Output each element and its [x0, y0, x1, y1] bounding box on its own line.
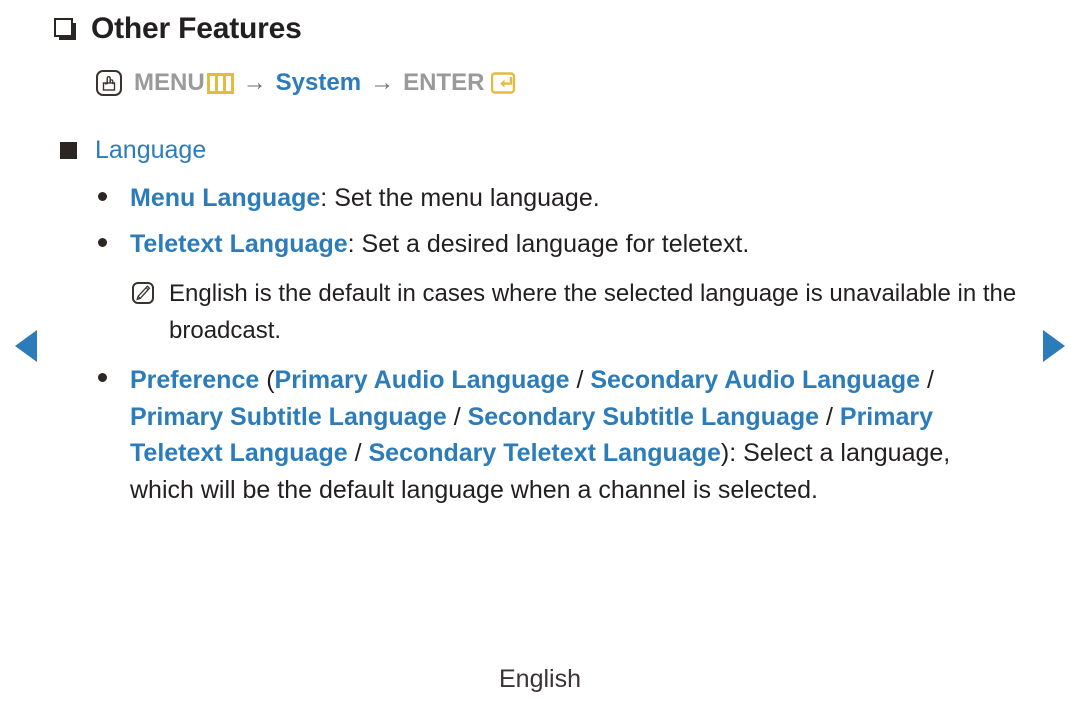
section-header: Language: [60, 138, 206, 163]
list-item-term: Menu Language: [130, 184, 321, 212]
enter-return-icon: [491, 71, 519, 95]
preference-block: Preference (Primary Audio Language / Sec…: [98, 362, 998, 508]
note-text: English is the default in cases where th…: [169, 280, 1017, 345]
list-item-separator: :: [320, 184, 335, 212]
list-item-separator: :: [347, 230, 362, 258]
menu-bars-icon: [206, 72, 234, 94]
list-item-term: Teletext Language: [130, 230, 348, 258]
filled-square-icon: [60, 142, 77, 159]
preference-option-0: Primary Audio Language: [274, 366, 570, 394]
list-item-description: Set a desired language for teletext.: [361, 230, 750, 258]
preference-option-separator: /: [569, 366, 591, 394]
prev-page-arrow[interactable]: [15, 330, 37, 362]
note-block: English is the default in cases where th…: [132, 275, 1027, 349]
preference-term: Preference: [130, 366, 260, 394]
list-item: Menu Language: Set the menu language.: [98, 180, 1028, 216]
note-pencil-icon: [132, 282, 154, 304]
hand-press-button-icon: [96, 70, 122, 96]
preference-close-paren: ): [720, 439, 730, 467]
breadcrumb-step-system[interactable]: System: [276, 71, 361, 95]
preference-option-separator: /: [819, 402, 840, 431]
footer-language-label: English: [499, 665, 581, 693]
list-item-text: Menu Language: Set the menu language.: [130, 180, 600, 216]
section-title: Language: [95, 136, 207, 164]
bullet-dot-icon: [98, 192, 107, 201]
feature-list: Menu Language: Set the menu language. Te…: [98, 180, 1028, 272]
preference-option-2: Primary Subtitle Language: [130, 402, 447, 431]
list-item: Teletext Language: Set a desired languag…: [98, 226, 1028, 262]
preference-option-separator: /: [347, 439, 369, 467]
manual-page: Other Features MENU → System → ENTER Lan…: [0, 0, 1080, 705]
preference-open-paren: (: [259, 366, 275, 394]
preference-option-5: Secondary Teletext Language: [368, 439, 721, 467]
breadcrumb-step-enter[interactable]: ENTER: [403, 71, 484, 95]
breadcrumb-arrow-1: →: [242, 69, 267, 96]
breadcrumb-step-menu[interactable]: MENU: [134, 71, 205, 95]
bullet-dot-icon: [98, 373, 107, 382]
list-item-description: Set the menu language.: [334, 184, 600, 212]
bullet-dot-icon: [98, 238, 107, 247]
hollow-square-icon: [54, 18, 76, 40]
page-title-row: Other Features: [54, 14, 302, 44]
list-item-text: Teletext Language: Set a desired languag…: [130, 226, 749, 262]
preference-option-separator: /: [920, 366, 934, 394]
breadcrumb-arrow-2: →: [370, 69, 395, 96]
preference-option-separator: /: [446, 402, 468, 431]
preference-text: Preference (Primary Audio Language / Sec…: [130, 362, 998, 508]
preference-option-3: Secondary Subtitle Language: [467, 402, 820, 431]
next-page-arrow[interactable]: [1043, 330, 1065, 362]
page-title: Other Features: [91, 12, 302, 45]
menu-path-breadcrumb: MENU → System → ENTER: [96, 70, 519, 96]
preference-option-1: Secondary Audio Language: [590, 366, 921, 394]
